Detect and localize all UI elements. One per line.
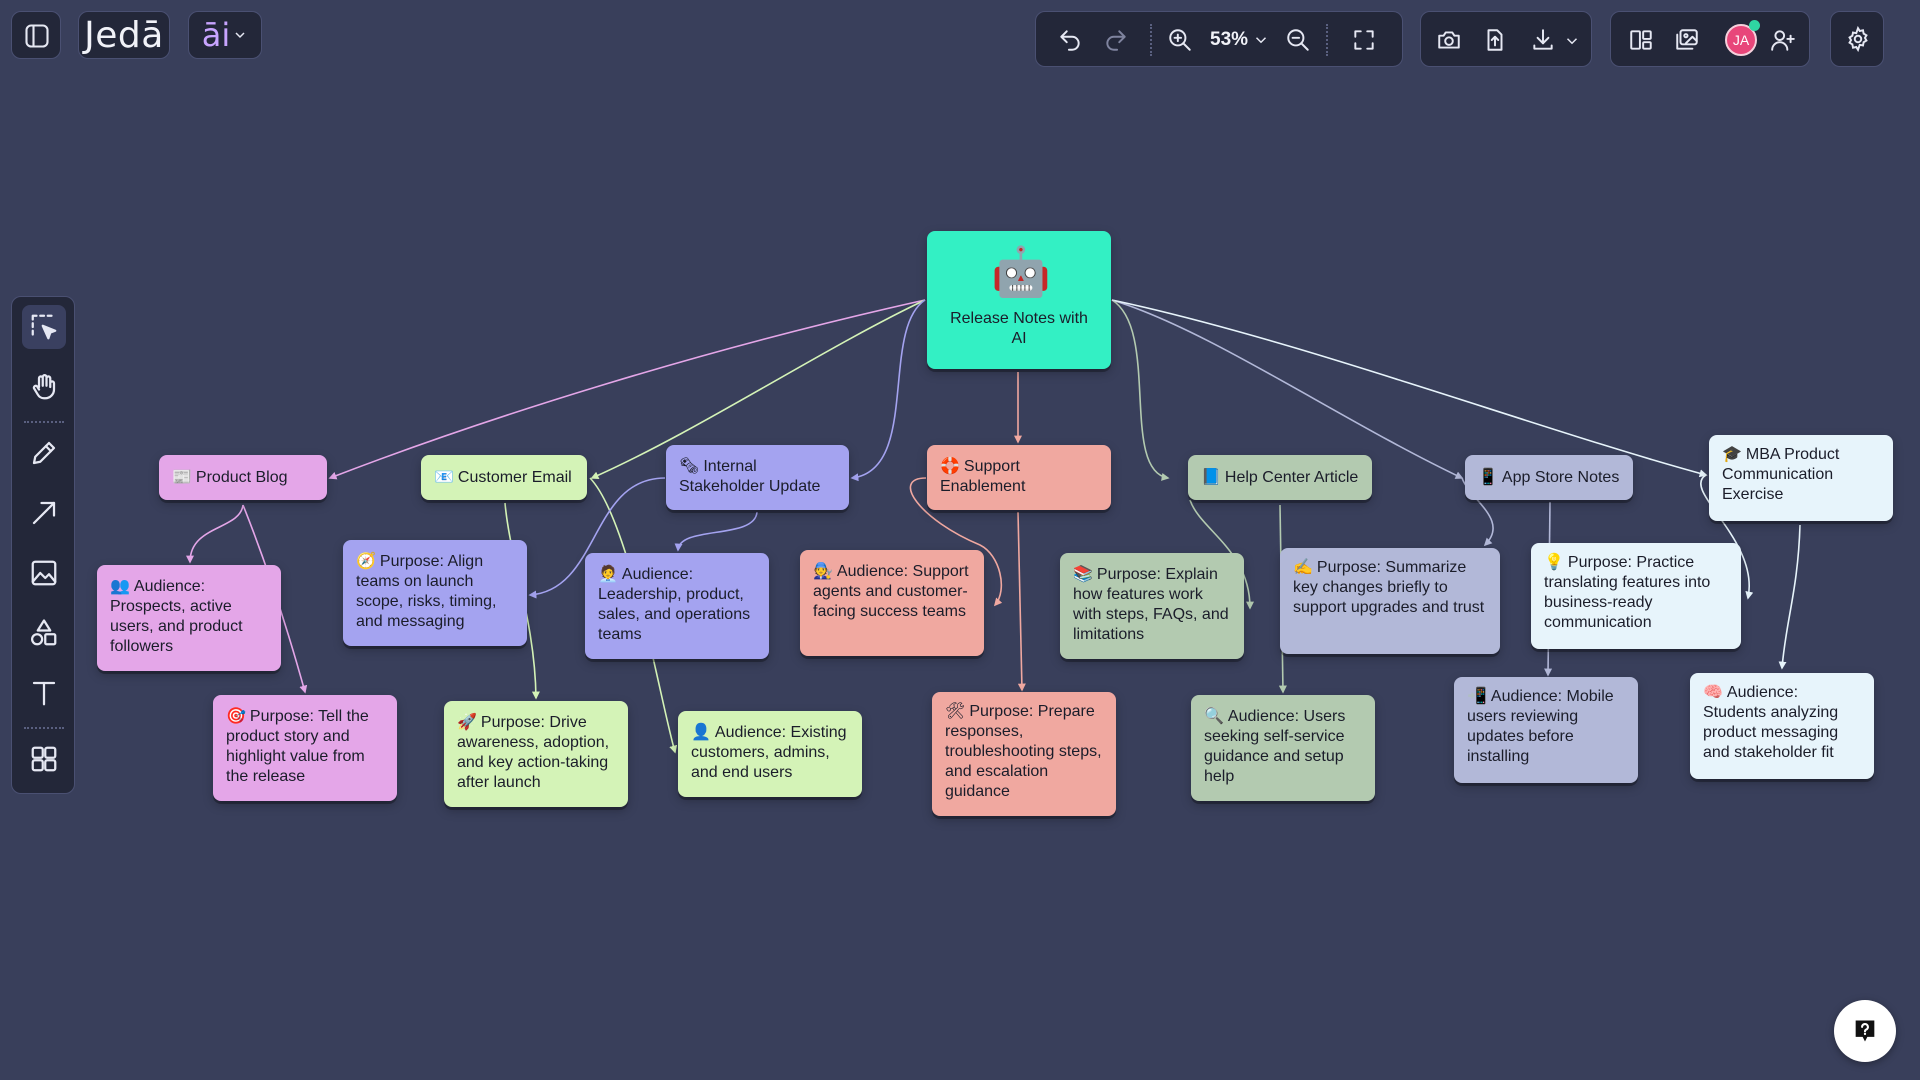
email-icon: 📧	[434, 468, 454, 486]
edge-internal-audience	[674, 511, 758, 552]
node-help-center[interactable]: 📘 Help Center Article	[1188, 455, 1372, 500]
node-support-enablement[interactable]: 🛟 Support Enablement	[927, 445, 1111, 510]
node-label: Purpose: Explain how features work with …	[1073, 566, 1229, 643]
node-label: Purpose: Summarize key changes briefly t…	[1293, 559, 1485, 616]
mobile-arrow-icon: 📲	[1467, 688, 1487, 705]
node-label: Audience: Users seeking self-service gui…	[1204, 708, 1346, 785]
brain-icon: 🧠	[1703, 684, 1723, 701]
help-chat-icon	[1855, 1020, 1875, 1042]
node-label: Purpose: Drive awareness, adoption, and …	[457, 714, 610, 791]
node-mba-audience[interactable]: 🧠 Audience: Students analyzing product me…	[1690, 673, 1874, 779]
node-label: Audience: Existing customers, admins, an…	[691, 724, 847, 781]
node-app-audience[interactable]: 📲 Audience: Mobile users reviewing update…	[1454, 677, 1638, 783]
node-help-purpose[interactable]: 📚 Purpose: Explain how features work with…	[1060, 553, 1244, 659]
newspaper-icon: 📰	[172, 468, 192, 486]
node-app-store[interactable]: 📱 App Store Notes	[1465, 455, 1633, 500]
edge-support-purpose	[1017, 511, 1026, 692]
edge-root-internal	[850, 299, 926, 482]
edge-mba-audience	[1778, 524, 1801, 670]
edge-root-appstore	[1111, 299, 1464, 479]
node-label: Audience: Students analyzing product mes…	[1703, 684, 1839, 761]
compass-icon: 🧭	[356, 553, 376, 570]
node-help-audience[interactable]: 🔍 Audience: Users seeking self-service gu…	[1191, 695, 1375, 801]
user-icon: 👤	[691, 724, 711, 741]
office-worker-icon: 🧑‍💼	[598, 566, 618, 583]
tools-icon: 🛠	[945, 703, 966, 720]
node-label: Internal Stakeholder Update	[679, 458, 821, 495]
node-label: App Store Notes	[1501, 468, 1620, 486]
edge-root-mba	[1111, 299, 1708, 478]
node-support-audience[interactable]: 🧑‍🔧 Audience: Support agents and customer…	[800, 550, 984, 656]
node-blog-purpose[interactable]: 🎯 Purpose: Tell the product story and hig…	[213, 695, 397, 801]
node-label: Product Blog	[195, 468, 288, 486]
root-node[interactable]: 🤖 Release Notes with AI	[927, 231, 1111, 369]
edge-blog-audience	[186, 504, 244, 564]
lightbulb-icon: 💡	[1544, 554, 1564, 571]
node-internal-purpose[interactable]: 🧭 Purpose: Align teams on launch scope, r…	[343, 540, 527, 646]
node-mba-exercise[interactable]: 🎓 MBA Product Communication Exercise	[1709, 435, 1893, 521]
newspaper-roll-icon: 🗞	[679, 458, 700, 475]
writing-hand-icon: ✍️	[1293, 559, 1313, 576]
node-label: Audience: Leadership, product, sales, an…	[598, 566, 751, 643]
node-customer-email[interactable]: 📧 Customer Email	[421, 455, 587, 500]
node-blog-audience[interactable]: 👥 Audience: Prospects, active users, and …	[97, 565, 281, 671]
graduation-cap-icon: 🎓	[1722, 446, 1742, 463]
lifebuoy-icon: 🛟	[940, 458, 960, 475]
node-label: Purpose: Tell the product story and high…	[226, 708, 369, 785]
node-label: Customer Email	[457, 468, 572, 486]
book-icon: 📘	[1201, 468, 1221, 486]
node-mba-purpose[interactable]: 💡 Purpose: Practice translating features …	[1531, 543, 1741, 649]
magnifier-icon: 🔍	[1204, 708, 1224, 725]
target-icon: 🎯	[226, 708, 246, 725]
node-label: Purpose: Prepare responses, troubleshoot…	[945, 703, 1102, 800]
node-label: Audience: Mobile users reviewing updates…	[1467, 688, 1614, 765]
root-label: Release Notes with AI	[950, 310, 1088, 347]
node-support-purpose[interactable]: 🛠 Purpose: Prepare responses, troubleshoo…	[932, 692, 1116, 816]
node-label: Purpose: Align teams on launch scope, ri…	[356, 553, 497, 630]
node-label: Help Center Article	[1224, 468, 1359, 486]
node-label: Purpose: Practice translating features i…	[1544, 554, 1711, 631]
help-button[interactable]	[1834, 1000, 1896, 1062]
node-email-purpose[interactable]: 🚀 Purpose: Drive awareness, adoption, and…	[444, 701, 628, 807]
node-internal-audience[interactable]: 🧑‍💼 Audience: Leadership, product, sales,…	[585, 553, 769, 659]
robot-icon: 🤖	[991, 246, 1051, 299]
people-icon: 👥	[110, 578, 130, 595]
node-email-audience[interactable]: 👤 Audience: Existing customers, admins, a…	[678, 711, 862, 797]
phone-icon: 📱	[1478, 468, 1498, 486]
node-app-purpose[interactable]: ✍️ Purpose: Summarize key changes briefly…	[1280, 548, 1500, 654]
node-internal-update[interactable]: 🗞 Internal Stakeholder Update	[666, 445, 849, 510]
diagram-connectors	[186, 299, 1801, 754]
node-product-blog[interactable]: 📰 Product Blog	[159, 455, 327, 500]
mechanic-icon: 🧑‍🔧	[813, 563, 833, 580]
node-label: Audience: Support agents and customer-fa…	[813, 563, 969, 620]
books-icon: 📚	[1073, 566, 1093, 583]
rocket-icon: 🚀	[457, 714, 477, 731]
edge-root-help	[1111, 299, 1170, 481]
